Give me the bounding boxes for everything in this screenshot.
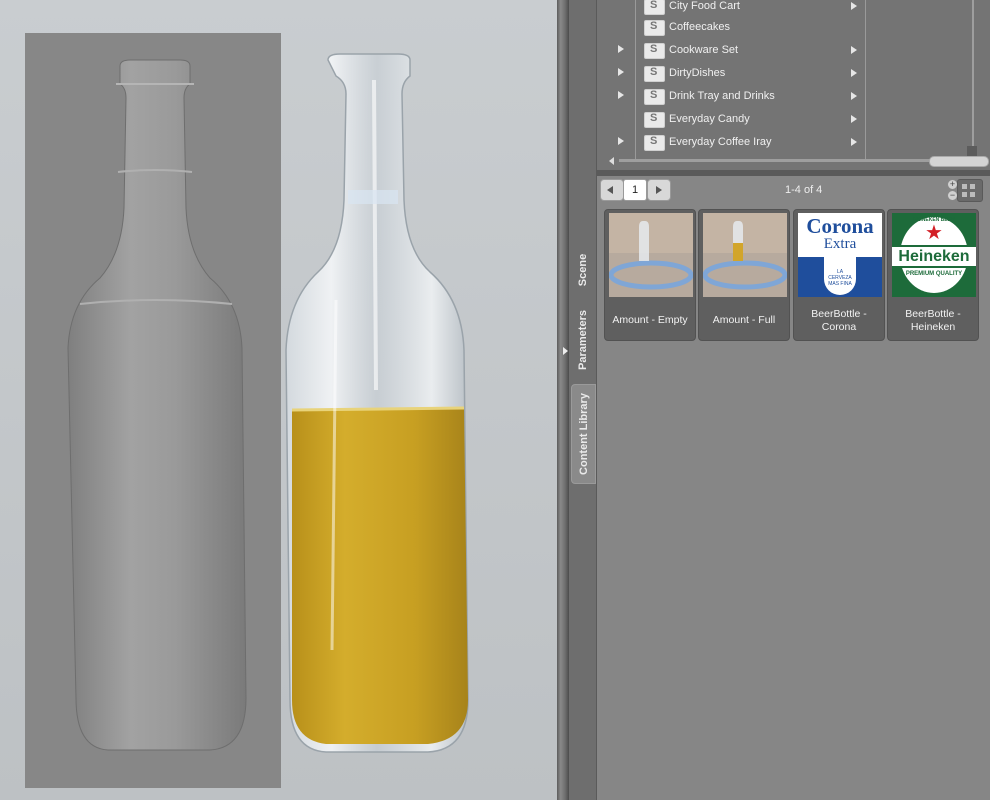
- asset-card[interactable]: Amount - Full: [698, 209, 790, 341]
- chevron-right-icon[interactable]: [851, 115, 857, 123]
- tree-item[interactable]: Drink Tray and Drinks: [597, 85, 867, 108]
- chevron-right-icon[interactable]: [851, 138, 857, 146]
- folder-icon: [644, 43, 665, 59]
- asset-thumbnail: [609, 213, 693, 297]
- previous-page-button[interactable]: [600, 179, 624, 201]
- expand-arrow-icon[interactable]: [618, 91, 624, 99]
- tree-item-label: Cookware Set: [669, 44, 739, 56]
- tree-item[interactable]: Coffeecakes: [597, 16, 867, 39]
- asset-thumbnail: [703, 213, 787, 297]
- folder-icon: [644, 135, 665, 151]
- asset-card[interactable]: Corona Extra LA CERVEZA MAS FINA BeerBot…: [793, 209, 885, 341]
- scroll-down-icon[interactable]: [967, 146, 977, 156]
- pane-tab-strip: Scene Parameters Content Library: [569, 0, 597, 800]
- asset-card[interactable]: HEINEKEN BEER ★ Heineken PREMIUM QUALITY…: [887, 209, 979, 341]
- tree-item-label: DirtyDishes: [669, 67, 726, 79]
- tree-item-label: Drink Tray and Drinks: [669, 90, 775, 102]
- clay-bottle-render: [67, 59, 247, 751]
- asset-label: BeerBottle - Corona: [811, 308, 867, 333]
- next-page-button[interactable]: [647, 179, 671, 201]
- asset-label: BeerBottle - Heineken: [905, 308, 961, 333]
- glass-beer-bottle-render: [285, 53, 469, 753]
- scroll-left-icon[interactable]: [609, 157, 614, 165]
- folder-icon: [644, 89, 665, 105]
- tree-item[interactable]: DirtyDishes: [597, 62, 867, 85]
- expand-arrow-icon[interactable]: [618, 45, 624, 53]
- folder-tree: City Food Cart Coffeecakes Cookware Set …: [597, 0, 990, 170]
- chevron-right-icon[interactable]: [851, 46, 857, 54]
- tree-item[interactable]: Everyday Candy: [597, 108, 867, 131]
- chevron-right-icon[interactable]: [851, 92, 857, 100]
- expand-arrow-icon[interactable]: [618, 68, 624, 76]
- viewport-panel-splitter[interactable]: [557, 0, 569, 800]
- chevron-right-icon[interactable]: [851, 2, 857, 10]
- tree-item-label: City Food Cart: [669, 0, 740, 12]
- tab-parameters[interactable]: Parameters: [571, 300, 594, 380]
- tree-item-label: Coffeecakes: [669, 21, 730, 33]
- heineken-logo: HEINEKEN BEER ★ Heineken PREMIUM QUALITY: [892, 213, 976, 297]
- asset-label: Amount - Full: [712, 314, 776, 326]
- folder-icon: [644, 112, 665, 128]
- grid-view-button[interactable]: [957, 179, 983, 202]
- tree-item-label: Everyday Coffee Iray: [669, 136, 772, 148]
- tab-scene[interactable]: Scene: [571, 240, 594, 300]
- collapse-arrow-icon[interactable]: [563, 347, 568, 355]
- result-count: 1-4 of 4: [785, 184, 823, 196]
- asset-thumbnail: HEINEKEN BEER ★ Heineken PREMIUM QUALITY: [892, 213, 976, 297]
- 3d-viewport[interactable]: [0, 0, 557, 800]
- expand-arrow-icon[interactable]: [618, 137, 624, 145]
- folder-icon: [644, 20, 665, 36]
- corona-logo: Corona Extra LA CERVEZA MAS FINA: [798, 213, 882, 297]
- horizontal-scroll-thumb[interactable]: [929, 156, 989, 167]
- content-library-panel: City Food Cart Coffeecakes Cookware Set …: [597, 0, 990, 800]
- tree-item-label: Everyday Candy: [669, 113, 750, 125]
- page-number-field[interactable]: 1: [623, 179, 647, 201]
- asset-label: Amount - Empty: [612, 314, 688, 326]
- tree-item[interactable]: Everyday Coffee Iray: [597, 131, 867, 154]
- asset-thumbnail: Corona Extra LA CERVEZA MAS FINA: [798, 213, 882, 297]
- folder-icon: [644, 0, 665, 15]
- tree-vertical-scrollbar[interactable]: [972, 0, 974, 150]
- pager-bar: 1 1-4 of 4 + −: [597, 176, 990, 206]
- tree-item[interactable]: Cookware Set: [597, 39, 867, 62]
- chevron-right-icon[interactable]: [851, 69, 857, 77]
- folder-icon: [644, 66, 665, 82]
- tab-content-library[interactable]: Content Library: [571, 384, 596, 484]
- asset-card[interactable]: Amount - Empty: [604, 209, 696, 341]
